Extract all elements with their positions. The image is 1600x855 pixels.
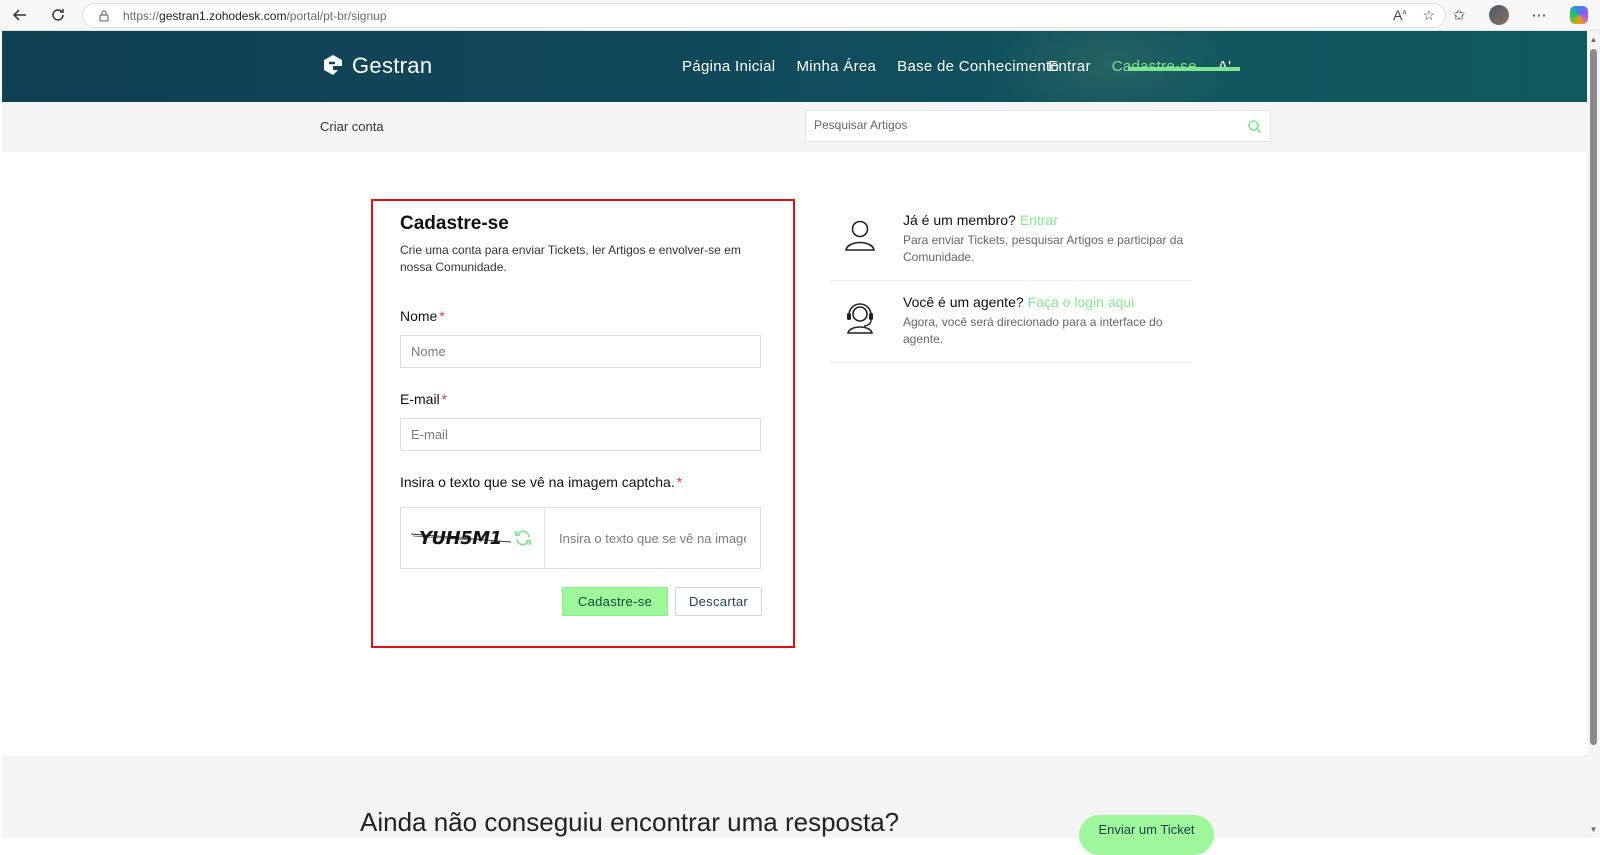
discard-button[interactable]: Descartar [675,587,762,616]
sub-header: Criar conta [2,102,1587,152]
read-aloud-icon[interactable]: Aʌ [1393,7,1406,24]
user-icon [845,220,875,251]
favorite-star-icon[interactable]: ☆ [1422,7,1435,24]
nav-home[interactable]: Página Inicial [682,58,775,75]
name-input[interactable] [400,335,761,368]
search-input[interactable] [814,118,1234,132]
member-title: Já é um membro? Entrar [903,212,1058,228]
scroll-down-icon[interactable]: ▼ [1589,825,1598,834]
search-icon[interactable] [1247,119,1262,134]
nav-knowledge-base[interactable]: Base de Conhecimento [897,58,1059,75]
captcha-field: YUH5M1 [400,507,761,569]
more-menu-icon[interactable]: ⋯ [1528,4,1550,26]
email-label: E-mail * [400,391,448,407]
logo-text: Gestran [352,53,433,78]
help-band: Ainda não conseguiu encontrar uma respos… [2,755,1587,855]
profile-avatar[interactable] [1488,4,1510,26]
captcha-refresh-icon[interactable] [513,528,533,548]
email-input[interactable] [400,418,761,451]
favorites-icon[interactable]: ✩ [1448,4,1470,26]
gestran-logo[interactable]: Gestran [320,53,432,79]
breadcrumb: Criar conta [320,119,384,134]
headset-agent-icon [846,303,874,334]
member-signin-link[interactable]: Entrar [1020,212,1058,228]
help-question: Ainda não conseguiu encontrar uma respos… [360,807,900,837]
article-search[interactable] [805,110,1271,142]
name-label: Nome * [400,308,445,324]
form-description: Crie uma conta para enviar Tickets, ler … [400,243,741,274]
agent-login-link[interactable]: Faça o login aqui [1028,294,1135,310]
url-text: https://gestran1.zohodesk.com/portal/pt-… [123,9,387,23]
signup-submit-button[interactable]: Cadastre-se [562,587,668,616]
scroll-thumb[interactable] [1590,49,1597,745]
lock-icon [99,10,109,22]
nav-active-indicator [1128,67,1240,71]
copilot-icon[interactable] [1568,4,1590,26]
captcha-text: YUH5M1 [419,528,502,549]
submit-ticket-button[interactable]: Enviar um Ticket [1079,815,1214,855]
refresh-icon[interactable] [46,4,70,26]
form-title: Cadastre-se [400,213,509,234]
agent-info: Você é um agente? Faça o login aqui Agora… [830,281,1192,363]
back-icon[interactable] [8,4,32,26]
browser-toolbar: https://gestran1.zohodesk.com/portal/pt-… [0,0,1600,31]
agent-title: Você é um agente? Faça o login aqui [903,294,1135,310]
logo-mark-icon [324,55,342,75]
address-bar[interactable]: https://gestran1.zohodesk.com/portal/pt-… [82,3,1446,28]
captcha-input[interactable] [545,508,760,568]
page-scrollbar[interactable]: ▲ ▼ [1587,31,1600,838]
agent-description: Agora, você será direcionado para a inte… [903,315,1163,346]
scroll-up-icon[interactable]: ▲ [1589,35,1598,44]
member-info: Já é um membro? Entrar Para enviar Ticket… [830,199,1192,281]
nav-sign-in[interactable]: Entrar [1048,58,1091,75]
signup-form: Cadastre-se Crie uma conta para enviar T… [371,199,795,648]
member-description: Para enviar Tickets, pesquisar Artigos e… [903,233,1184,264]
site-header: Gestran Página Inicial Minha Área Base d… [2,31,1587,102]
captcha-label: Insira o texto que se vê na imagem captc… [400,474,683,490]
nav-my-area[interactable]: Minha Área [796,58,876,75]
